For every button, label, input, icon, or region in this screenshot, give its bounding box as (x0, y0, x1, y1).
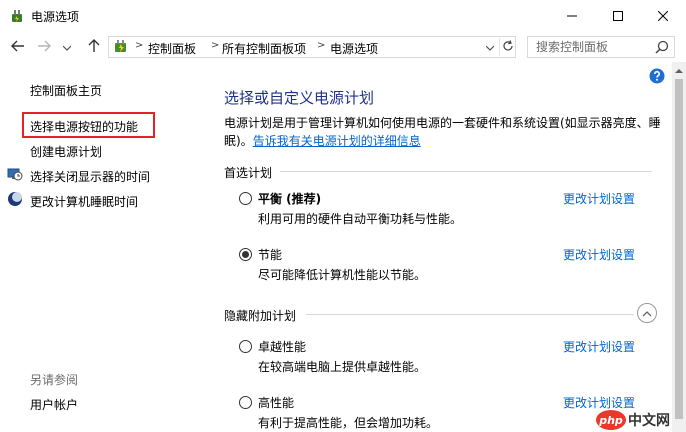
plan-desc-balanced: 利用可用的硬件自动平衡功耗与性能。 (258, 212, 463, 226)
title-bar: 电源选项 (0, 0, 686, 32)
preferred-plans-heading: 首选计划 (224, 166, 273, 180)
change-plan-settings-power-saver[interactable]: 更改计划设置 (563, 246, 635, 263)
plan-desc-ultimate: 在较高端电脑上提供卓越性能。 (258, 360, 427, 374)
change-sleep-time-link[interactable]: 更改计算机睡眠时间 (30, 193, 138, 210)
plan-name-high-performance: 高性能 (258, 396, 295, 410)
chevron-down-icon (485, 40, 495, 54)
breadcrumb-all-items[interactable]: 所有控制面板项 (222, 40, 306, 57)
watermark-logo: php (596, 410, 626, 430)
breadcrumb-separator: > (317, 40, 326, 51)
hidden-plans-heading: 隐藏附加计划 (224, 309, 297, 323)
search-input[interactable] (528, 37, 653, 57)
chevron-up-icon (675, 62, 683, 76)
plan-radio-power-saver[interactable] (239, 248, 252, 261)
arrow-left-icon (11, 40, 25, 55)
control-panel-icon (113, 39, 131, 55)
watermark-text: 中文网 (628, 413, 670, 429)
vertical-scrollbar[interactable] (672, 62, 686, 432)
maximize-button[interactable] (595, 0, 641, 32)
power-plan-info-link[interactable]: 告诉我有关电源计划的详细信息 (253, 134, 421, 148)
plan-name-ultimate: 卓越性能 (258, 340, 307, 354)
forward-button[interactable] (34, 38, 54, 56)
section-divider (280, 171, 652, 172)
plan-radio-high-performance[interactable] (239, 396, 252, 409)
arrow-right-icon (37, 40, 51, 55)
recent-locations-button[interactable] (60, 38, 74, 56)
choose-display-off-link[interactable]: 选择关闭显示器的时间 (30, 168, 150, 185)
plan-name-balanced: 平衡 (推荐) (258, 192, 322, 206)
control-panel-home-link[interactable]: 控制面板主页 (30, 82, 102, 99)
plan-radio-ultimate[interactable] (239, 340, 252, 353)
user-accounts-link[interactable]: 用户帐户 (30, 396, 78, 413)
close-button[interactable] (640, 0, 686, 32)
breadcrumb-power-options[interactable]: 电源选项 (330, 40, 378, 57)
moon-icon (7, 191, 23, 207)
chevron-down-icon (62, 40, 72, 54)
plan-name-power-saver: 节能 (258, 248, 283, 262)
plan-desc-power-saver: 尽可能降低计算机性能以节能。 (258, 268, 427, 282)
choose-power-button-link[interactable]: 选择电源按钮的功能 (30, 118, 138, 135)
minimize-icon (567, 11, 577, 21)
page-description: 电源计划是用于管理计算机如何使用电源的一套硬件和系统设置(如显示器亮度、睡眠)。… (224, 116, 661, 148)
search-box (527, 36, 675, 58)
see-also-heading: 另请参阅 (30, 373, 79, 387)
address-bar[interactable]: > 控制面板 > 所有控制面板项 > 电源选项 (108, 36, 516, 58)
maximize-icon (613, 11, 623, 21)
search-icon[interactable] (655, 40, 669, 54)
scrollbar-thumb[interactable] (675, 79, 683, 419)
scroll-up-button[interactable] (672, 62, 686, 76)
plan-radio-balanced[interactable] (239, 192, 252, 205)
change-plan-settings-balanced[interactable]: 更改计划设置 (563, 190, 635, 207)
back-button[interactable] (8, 38, 28, 56)
main-content: 选择或自定义电源计划 电源计划是用于管理计算机如何使用电源的一套硬件和系统设置(… (202, 62, 672, 432)
plan-desc-high-performance: 有利于提高性能，但会增加功耗。 (258, 416, 439, 430)
breadcrumb-control-panel[interactable]: 控制面板 (148, 40, 196, 57)
section-divider (306, 314, 634, 315)
window-title: 电源选项 (31, 10, 80, 24)
watermark: php 中文网 (596, 408, 684, 430)
left-pane: 控制面板主页 选择电源按钮的功能 创建电源计划 选择关闭显示器的时间 更改计算机… (0, 62, 202, 432)
minimize-button[interactable] (549, 0, 595, 32)
create-power-plan-link[interactable]: 创建电源计划 (30, 143, 102, 160)
close-icon (658, 11, 668, 21)
change-plan-settings-ultimate[interactable]: 更改计划设置 (563, 338, 635, 355)
refresh-button[interactable] (499, 38, 515, 56)
monitor-clock-icon (7, 166, 23, 182)
power-options-icon (9, 8, 25, 24)
collapse-hidden-plans-button[interactable] (637, 303, 657, 323)
breadcrumb-separator: > (211, 40, 220, 51)
page-title: 选择或自定义电源计划 (224, 89, 375, 107)
chevron-up-icon (642, 306, 652, 320)
up-button[interactable] (84, 38, 104, 56)
address-dropdown-button[interactable] (483, 38, 497, 56)
arrow-up-icon (88, 38, 100, 56)
breadcrumb-separator: > (135, 40, 144, 51)
refresh-icon (502, 39, 514, 55)
